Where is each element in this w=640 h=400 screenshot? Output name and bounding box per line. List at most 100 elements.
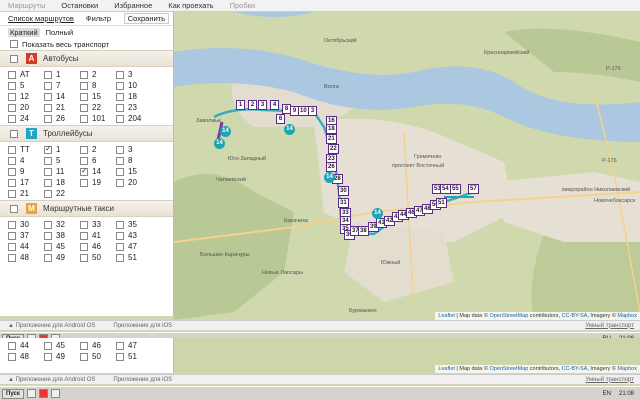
route-checkbox-item[interactable]: 47 bbox=[116, 242, 152, 251]
stop-marker[interactable]: 6 bbox=[276, 114, 285, 124]
route-checkbox-item[interactable]: 48 bbox=[8, 352, 44, 361]
leaflet-link[interactable]: Leaflet bbox=[438, 313, 455, 319]
route-checkbox[interactable] bbox=[8, 178, 16, 187]
tab-directions[interactable]: Как проехать bbox=[160, 1, 221, 10]
route-checkbox-item[interactable]: 30 bbox=[8, 220, 44, 229]
stop-marker[interactable]: 26 bbox=[326, 162, 337, 172]
route-checkbox[interactable] bbox=[116, 81, 124, 90]
route-checkbox-item[interactable]: 101 bbox=[80, 114, 116, 123]
tab-stops[interactable]: Остановки bbox=[53, 1, 106, 10]
route-checkbox-item[interactable]: 21 bbox=[44, 103, 80, 112]
route-checkbox[interactable] bbox=[116, 178, 124, 187]
route-checkbox[interactable] bbox=[80, 103, 88, 112]
trolleybus-marker[interactable]: 14 bbox=[214, 138, 225, 149]
ios-app-link[interactable]: Приложение для iOS bbox=[113, 323, 172, 329]
route-checkbox-item[interactable]: 2 bbox=[80, 70, 116, 79]
route-checkbox-item[interactable]: 43 bbox=[116, 231, 152, 240]
section-checkbox[interactable] bbox=[10, 204, 18, 213]
route-checkbox[interactable] bbox=[8, 92, 16, 101]
route-checkbox-item[interactable]: 20 bbox=[116, 178, 152, 187]
stop-marker[interactable]: 3 bbox=[308, 106, 317, 116]
route-checkbox[interactable] bbox=[80, 242, 88, 251]
route-checkbox-item[interactable]: 49 bbox=[44, 253, 80, 262]
route-checkbox[interactable] bbox=[80, 145, 88, 154]
route-checkbox-item[interactable]: 10 bbox=[116, 81, 152, 90]
show-all-row[interactable]: Показать весь транспорт bbox=[0, 38, 173, 50]
start-button-2[interactable]: Пуск bbox=[2, 388, 24, 399]
route-checkbox[interactable] bbox=[8, 81, 16, 90]
route-checkbox-item[interactable]: 46 bbox=[80, 341, 116, 350]
route-checkbox-item[interactable]: 35 bbox=[116, 220, 152, 229]
route-checkbox-item[interactable]: 51 bbox=[116, 253, 152, 262]
route-checkbox-item[interactable]: 51 bbox=[116, 352, 152, 361]
stop-marker[interactable]: 2 bbox=[248, 100, 257, 110]
subtab-filter[interactable]: Фильтр bbox=[86, 14, 111, 23]
route-checkbox-item[interactable]: 50 bbox=[80, 352, 116, 361]
section-header[interactable]: A Автобусы bbox=[0, 50, 173, 67]
route-checkbox[interactable] bbox=[80, 70, 88, 79]
route-checkbox-item[interactable]: 45 bbox=[44, 341, 80, 350]
route-checkbox-item[interactable]: 23 bbox=[116, 103, 152, 112]
route-checkbox[interactable] bbox=[44, 242, 52, 251]
route-checkbox[interactable] bbox=[44, 341, 52, 350]
taskbar-app-icon-4[interactable] bbox=[50, 389, 60, 398]
route-checkbox-item[interactable]: 46 bbox=[80, 242, 116, 251]
taskbar-app-icon-3[interactable] bbox=[26, 389, 36, 398]
brand-link[interactable]: Умный транспорт bbox=[585, 323, 634, 329]
route-checkbox-item[interactable]: 19 bbox=[80, 178, 116, 187]
mode-full[interactable]: Полный bbox=[46, 28, 74, 37]
route-checkbox[interactable] bbox=[8, 341, 16, 350]
mapbox-link[interactable]: Mapbox bbox=[617, 313, 637, 319]
route-checkbox[interactable] bbox=[44, 114, 52, 123]
route-checkbox[interactable] bbox=[116, 341, 124, 350]
route-checkbox[interactable] bbox=[80, 352, 88, 361]
android-app-link-2[interactable]: ▲ Приложение для Android OS bbox=[8, 377, 95, 383]
route-checkbox[interactable] bbox=[80, 178, 88, 187]
route-checkbox[interactable] bbox=[80, 231, 88, 240]
route-checkbox[interactable] bbox=[80, 81, 88, 90]
route-checkbox[interactable] bbox=[116, 156, 124, 165]
route-checkbox[interactable] bbox=[80, 341, 88, 350]
route-checkbox[interactable] bbox=[80, 92, 88, 101]
route-checkbox-item[interactable]: 3 bbox=[116, 70, 152, 79]
route-checkbox[interactable] bbox=[8, 352, 16, 361]
route-checkbox[interactable] bbox=[44, 352, 52, 361]
section-checkbox[interactable] bbox=[10, 129, 18, 138]
route-checkbox[interactable] bbox=[44, 70, 52, 79]
route-checkbox-item[interactable]: 26 bbox=[44, 114, 80, 123]
route-checkbox-item[interactable]: 38 bbox=[44, 231, 80, 240]
route-checkbox-item[interactable]: 41 bbox=[80, 231, 116, 240]
tab-routes[interactable]: Маршруты bbox=[0, 1, 53, 10]
stop-marker[interactable]: 18 bbox=[326, 124, 337, 134]
route-checkbox-item[interactable]: 44 bbox=[8, 341, 44, 350]
route-checkbox[interactable] bbox=[116, 103, 124, 112]
stop-marker[interactable]: 4 bbox=[270, 100, 279, 110]
route-checkbox-item[interactable]: AT bbox=[8, 70, 44, 79]
route-checkbox-item[interactable]: 4 bbox=[8, 156, 44, 165]
opera-icon-2[interactable] bbox=[38, 389, 48, 398]
route-checkbox[interactable] bbox=[8, 167, 16, 176]
route-checkbox[interactable] bbox=[8, 242, 16, 251]
section-checkbox[interactable] bbox=[10, 54, 18, 63]
route-checkbox-item[interactable]: 14 bbox=[80, 166, 116, 176]
route-checkbox[interactable] bbox=[44, 178, 52, 187]
route-checkbox-item[interactable]: 22 bbox=[44, 189, 80, 198]
route-checkbox[interactable] bbox=[116, 70, 124, 79]
route-checkbox-item[interactable]: 204 bbox=[116, 114, 152, 123]
stop-marker[interactable]: 30 bbox=[338, 186, 349, 196]
route-checkbox[interactable] bbox=[116, 145, 124, 154]
route-checkbox-item[interactable]: 6 bbox=[80, 156, 116, 165]
osm-link[interactable]: OpenStreetMap bbox=[489, 313, 528, 319]
android-app-link[interactable]: ▲ Приложение для Android OS bbox=[8, 323, 95, 329]
stop-marker[interactable]: 51 bbox=[436, 198, 447, 208]
subtab-route-list[interactable]: Список маршрутов bbox=[8, 14, 74, 23]
route-checkbox-item[interactable]: 15 bbox=[116, 167, 152, 176]
stop-marker[interactable]: 21 bbox=[326, 134, 337, 144]
route-checkbox-item[interactable]: 8 bbox=[116, 156, 152, 165]
route-checkbox[interactable] bbox=[44, 81, 52, 90]
route-checkbox-item[interactable]: 9 bbox=[8, 167, 44, 176]
route-checkbox-item[interactable]: 17 bbox=[8, 178, 44, 187]
route-checkbox[interactable] bbox=[44, 103, 52, 112]
route-checkbox[interactable] bbox=[8, 253, 16, 262]
route-checkbox[interactable] bbox=[44, 189, 52, 198]
